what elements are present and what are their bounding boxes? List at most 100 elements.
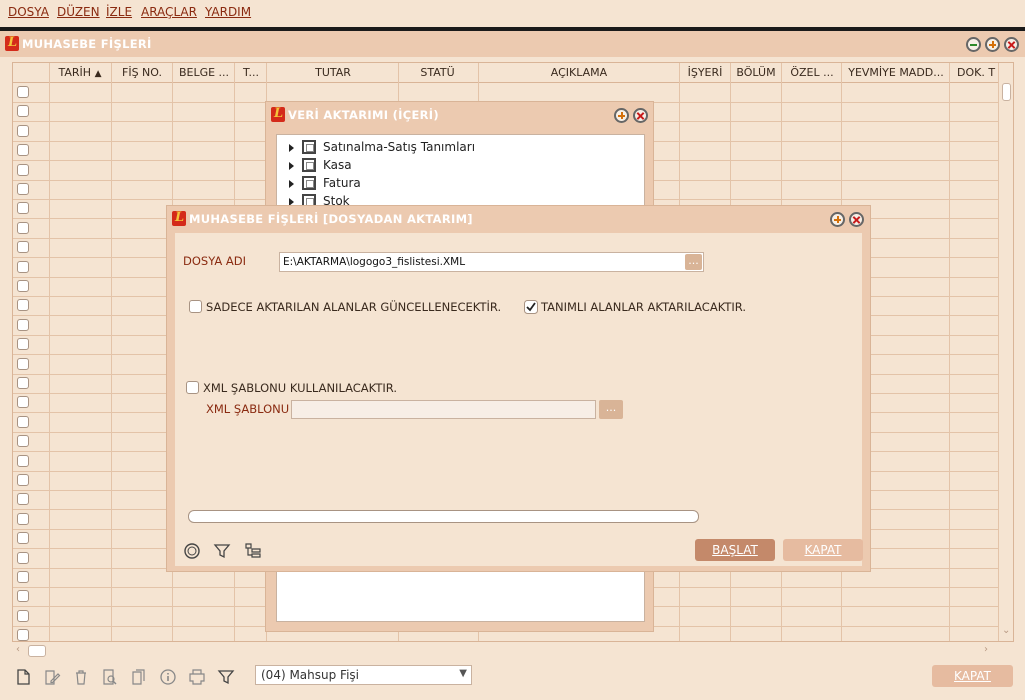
scroll-left-icon[interactable]: ‹ [16, 644, 20, 655]
row-checkbox[interactable] [17, 260, 29, 273]
tree-item-label: Kasa [323, 158, 352, 172]
row-checkbox[interactable] [17, 551, 29, 564]
row-checkbox[interactable] [17, 221, 29, 234]
col-yevmiye[interactable]: YEVMİYE MADD... [843, 66, 949, 79]
new-document-icon[interactable] [14, 668, 32, 686]
browse-template-button[interactable]: ... [599, 400, 623, 419]
row-checkbox[interactable] [17, 183, 29, 195]
close-icon[interactable] [1004, 37, 1019, 52]
progress-bar [188, 510, 699, 523]
row-checkbox[interactable] [17, 629, 29, 641]
xml-template-input[interactable] [291, 400, 596, 419]
import-tree[interactable]: Satınalma-Satış Tanımları Kasa Fatura St… [276, 134, 645, 208]
row-checkbox[interactable] [17, 163, 29, 176]
xml-template-checkbox[interactable] [186, 381, 199, 394]
print-icon[interactable] [188, 668, 206, 686]
col-aciklama[interactable]: AÇIKLAMA [479, 66, 679, 79]
expand-icon[interactable] [289, 162, 294, 170]
close-icon[interactable] [849, 212, 864, 227]
import-detail-panel [276, 564, 645, 622]
maximize-icon[interactable] [614, 108, 629, 123]
col-t[interactable]: T... [236, 66, 266, 79]
row-checkbox[interactable] [17, 338, 29, 351]
row-checkbox[interactable] [17, 493, 29, 506]
row-checkbox[interactable] [17, 609, 29, 622]
xml-icon[interactable] [183, 542, 201, 560]
start-button[interactable]: BAŞLAT [695, 539, 775, 561]
col-bolum[interactable]: BÖLÜM [731, 66, 781, 79]
menu-yardim[interactable]: YARDIM [205, 5, 251, 19]
row-checkbox[interactable] [17, 415, 29, 428]
delete-icon[interactable] [72, 668, 90, 686]
col-tarih[interactable]: TARİH ▲ [53, 66, 107, 79]
row-checkbox[interactable] [17, 454, 29, 467]
tree-checkbox[interactable] [302, 140, 316, 154]
row-checkbox[interactable] [17, 590, 29, 603]
row-checkbox[interactable] [17, 512, 29, 525]
vertical-scroll-thumb[interactable] [1002, 83, 1011, 101]
tree-item-label: Fatura [323, 176, 361, 190]
only-updated-checkbox[interactable] [189, 300, 202, 313]
col-isyeri[interactable]: İŞYERİ [680, 66, 730, 79]
expand-icon[interactable] [289, 180, 294, 188]
filter-icon[interactable] [217, 668, 235, 686]
edit-icon[interactable] [43, 668, 61, 686]
info-icon[interactable] [159, 668, 177, 686]
close-icon[interactable] [633, 108, 648, 123]
menu-dosya[interactable]: DOSYA [8, 5, 49, 19]
row-checkbox[interactable] [17, 144, 29, 157]
row-checkbox[interactable] [17, 357, 29, 370]
row-checkbox[interactable] [17, 86, 29, 98]
col-tutar[interactable]: TUTAR [268, 66, 398, 79]
row-checkbox[interactable] [17, 571, 29, 583]
col-ozel[interactable]: ÖZEL ... [783, 66, 841, 79]
field-list-icon[interactable] [244, 542, 262, 560]
scroll-right-icon[interactable]: › [984, 644, 988, 655]
grid-column-line [49, 63, 50, 641]
horizontal-scroll-thumb[interactable] [28, 645, 46, 657]
row-checkbox[interactable] [17, 124, 29, 137]
row-checkbox[interactable] [17, 299, 29, 312]
check-icon [524, 300, 538, 314]
col-belge[interactable]: BELGE ... [174, 66, 234, 79]
row-checkbox[interactable] [17, 241, 29, 254]
copy-icon[interactable] [130, 668, 148, 686]
row-checkbox[interactable] [17, 280, 29, 292]
filter-icon[interactable] [213, 542, 231, 560]
record-type-value: (04) Mahsup Fişi [261, 668, 359, 682]
maximize-icon[interactable] [985, 37, 1000, 52]
defined-fields-label: TANIMLI ALANLAR AKTARILACAKTIR. [541, 300, 746, 314]
col-dok[interactable]: DOK. T [951, 66, 997, 79]
horizontal-scrollbar[interactable]: ‹ › [12, 643, 997, 659]
maximize-icon[interactable] [830, 212, 845, 227]
row-checkbox[interactable] [17, 105, 29, 118]
menu-duzen[interactable]: DÜZEN [57, 5, 100, 19]
col-fis-no[interactable]: FİŞ NO. [113, 66, 171, 79]
vertical-scrollbar[interactable]: ⌄ [998, 63, 1013, 641]
scroll-down-icon[interactable]: ⌄ [1002, 625, 1010, 636]
defined-fields-checkbox[interactable] [524, 300, 538, 314]
tree-checkbox[interactable] [302, 176, 316, 190]
browse-file-button[interactable]: ... [685, 254, 702, 270]
row-checkbox[interactable] [17, 318, 29, 331]
file-import-window: MUHASEBE FİŞLERİ [DOSYADAN AKTARIM] DOSY… [166, 205, 871, 572]
file-import-close-button[interactable]: KAPAT [783, 539, 863, 561]
minimize-icon[interactable] [966, 37, 981, 52]
col-statu[interactable]: STATÜ [400, 66, 475, 79]
row-checkbox[interactable] [17, 532, 29, 545]
row-checkbox[interactable] [17, 377, 29, 389]
expand-icon[interactable] [289, 144, 294, 152]
chevron-down-icon: ▼ [459, 668, 467, 679]
row-checkbox[interactable] [17, 202, 29, 215]
main-close-button[interactable]: KAPAT [932, 665, 1013, 687]
file-name-input[interactable]: E:\AKTARMA\logogo3_fislistesi.XML ... [279, 252, 704, 272]
menu-araclar[interactable]: ARAÇLAR [141, 5, 197, 19]
row-checkbox[interactable] [17, 435, 29, 448]
xml-template-label: XML ŞABLONU [206, 402, 290, 416]
menu-izle[interactable]: İZLE [106, 5, 132, 19]
preview-icon[interactable] [101, 668, 119, 686]
row-checkbox[interactable] [17, 474, 29, 486]
row-checkbox[interactable] [17, 396, 29, 409]
tree-checkbox[interactable] [302, 158, 316, 172]
record-type-select[interactable]: (04) Mahsup Fişi ▼ [255, 665, 472, 685]
